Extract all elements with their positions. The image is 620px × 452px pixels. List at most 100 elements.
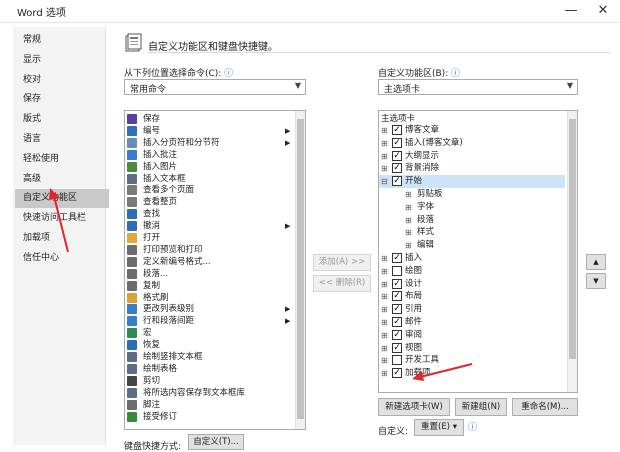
scroll-thumb[interactable] bbox=[569, 119, 576, 359]
nav-item[interactable]: 信任中心 bbox=[15, 249, 109, 268]
nav-item[interactable]: 校对 bbox=[15, 71, 109, 90]
cut-icon bbox=[127, 375, 137, 386]
tree-item[interactable]: ⊞ ✓ 加载项 bbox=[379, 367, 565, 380]
page-heading: 自定义功能区和键盘快捷键。 bbox=[148, 42, 278, 53]
commands-scrollbar[interactable] bbox=[295, 111, 305, 429]
expand-icon[interactable]: ⊞ bbox=[381, 252, 388, 263]
copy-icon bbox=[127, 280, 137, 291]
expand-icon[interactable]: ⊞ bbox=[405, 214, 412, 225]
ribbon-tabs-select[interactable]: 主选项卡 ▼ bbox=[378, 79, 578, 95]
nav-item[interactable]: 轻松使用 bbox=[15, 150, 109, 169]
command-item[interactable]: 接受修订 bbox=[127, 411, 291, 424]
tree-item[interactable]: ⊞ 开发工具 bbox=[379, 354, 565, 367]
tree-item[interactable]: ⊞ ✓ 插入 bbox=[379, 252, 565, 265]
tree-item-label: 编辑 bbox=[417, 240, 435, 251]
nav-item[interactable]: 快速访问工具栏 bbox=[15, 209, 109, 228]
tree-item[interactable]: ⊞ 编辑 bbox=[379, 239, 565, 252]
tree-item[interactable]: ⊞ 剪贴板 bbox=[379, 188, 565, 201]
expand-icon[interactable]: ⊞ bbox=[381, 342, 388, 353]
tree-item[interactable]: ⊞ ✓ 引用 bbox=[379, 303, 565, 316]
tab-checkbox[interactable]: ✓ bbox=[392, 137, 402, 148]
expand-icon[interactable]: ⊞ bbox=[381, 316, 388, 327]
tab-checkbox[interactable] bbox=[392, 355, 402, 366]
nav-item[interactable]: 常规 bbox=[15, 31, 109, 50]
tab-checkbox[interactable]: ✓ bbox=[392, 176, 402, 187]
remove-button[interactable]: << 删除(R) bbox=[313, 275, 371, 292]
expand-icon[interactable]: ⊞ bbox=[381, 124, 388, 135]
tab-checkbox[interactable]: ✓ bbox=[392, 304, 402, 315]
expand-icon[interactable]: ⊞ bbox=[405, 188, 412, 199]
tree-item[interactable]: ⊞ 样式 bbox=[379, 226, 565, 239]
info-icon[interactable]: ⓘ bbox=[224, 69, 233, 79]
tree-item[interactable]: ⊞ ✓ 博客文章 bbox=[379, 124, 565, 137]
tree-item[interactable]: ⊞ ✓ 视图 bbox=[379, 342, 565, 355]
nav-item[interactable]: 加载项 bbox=[15, 229, 109, 248]
expand-icon[interactable]: ⊞ bbox=[381, 265, 388, 276]
tab-checkbox[interactable]: ✓ bbox=[392, 150, 402, 161]
nav-item[interactable]: 高级 bbox=[15, 170, 109, 189]
tree-header: 主选项卡 bbox=[381, 114, 416, 124]
nav-item[interactable]: 显示 bbox=[15, 51, 109, 70]
expand-icon[interactable]: ⊞ bbox=[381, 329, 388, 340]
expand-icon[interactable]: ⊞ bbox=[381, 162, 388, 173]
commands-source-select[interactable]: 常用命令 ▼ bbox=[124, 79, 306, 95]
close-button[interactable]: ✕ bbox=[592, 2, 614, 20]
tree-item[interactable]: ⊞ ✓ 插入(博客文章) bbox=[379, 137, 565, 150]
move-down-button[interactable]: ▼ bbox=[586, 273, 606, 289]
tab-checkbox[interactable]: ✓ bbox=[392, 329, 402, 340]
expand-icon[interactable]: ⊞ bbox=[381, 137, 388, 148]
expand-icon[interactable]: ⊟ bbox=[381, 175, 388, 186]
scroll-thumb[interactable] bbox=[297, 119, 304, 419]
expand-icon[interactable]: ⊞ bbox=[381, 278, 388, 289]
reset-button[interactable]: 重置(E) ▾ bbox=[414, 419, 464, 436]
tree-item[interactable]: ⊟ ✓ 开始 bbox=[379, 175, 565, 189]
new-tab-button[interactable]: 新建选项卡(W) bbox=[378, 398, 450, 416]
expand-icon[interactable]: ⊞ bbox=[381, 150, 388, 161]
tab-checkbox[interactable]: ✓ bbox=[392, 125, 402, 135]
tab-checkbox[interactable]: ✓ bbox=[392, 291, 402, 302]
move-up-button[interactable]: ▲ bbox=[586, 254, 606, 270]
undo-icon bbox=[127, 221, 137, 232]
tab-checkbox[interactable]: ✓ bbox=[392, 163, 402, 174]
tree-item[interactable]: ⊞ ✓ 邮件 bbox=[379, 316, 565, 329]
vertical-textbox-icon bbox=[127, 352, 137, 362]
minimize-button[interactable]: — bbox=[560, 2, 582, 20]
nav-item[interactable]: 保存 bbox=[15, 90, 109, 109]
tree-item[interactable]: ⊞ 段落 bbox=[379, 214, 565, 227]
tab-checkbox[interactable]: ✓ bbox=[392, 278, 402, 289]
expand-icon[interactable]: ⊞ bbox=[381, 290, 388, 301]
expand-icon[interactable]: ⊞ bbox=[381, 367, 388, 378]
tab-checkbox[interactable]: ✓ bbox=[392, 368, 402, 379]
tree-item-label: 插入 bbox=[405, 253, 423, 263]
tree-item[interactable]: ⊞ ✓ 布局 bbox=[379, 290, 565, 303]
info-icon[interactable]: ⓘ bbox=[451, 69, 460, 79]
tab-checkbox[interactable]: ✓ bbox=[392, 253, 402, 263]
expand-icon[interactable]: ⊞ bbox=[405, 226, 412, 237]
tree-item[interactable]: ⊞ ✓ 审阅 bbox=[379, 329, 565, 342]
tree-item[interactable]: ⊞ ✓ 大纲显示 bbox=[379, 150, 565, 163]
tree-item[interactable]: ⊞ ✓ 背景消除 bbox=[379, 162, 565, 175]
tree-item[interactable]: ⊞ 绘图 bbox=[379, 265, 565, 278]
tree-item[interactable]: ⊞ ✓ 设计 bbox=[379, 278, 565, 291]
textbox-icon bbox=[127, 173, 137, 184]
commands-list[interactable]: 保存 编号 ▶ 插入分页符和分节符 ▶ 插入批注 插入图片 插入文本框 查看多个页面 查看整页 查找… bbox=[124, 110, 306, 430]
nav-item[interactable]: 语言 bbox=[15, 130, 109, 149]
tab-checkbox[interactable]: ✓ bbox=[392, 342, 402, 353]
new-group-button[interactable]: 新建组(N) bbox=[455, 398, 507, 416]
ribbon-tree[interactable]: 主选项卡 ⊞ ✓ 博客文章 ⊞ ✓ 插入(博客文章) ⊞ ✓ 大纲显示 ⊞ ✓ 背景消除 ⊟ ✓ 开始 ⊞ 剪贴… bbox=[378, 110, 578, 393]
nav-item[interactable]: 自定义功能区 bbox=[15, 189, 109, 209]
nav-item[interactable]: 版式 bbox=[15, 110, 109, 129]
tree-item-label: 加载项 bbox=[405, 368, 431, 379]
expand-icon[interactable]: ⊞ bbox=[405, 239, 412, 250]
expand-icon[interactable]: ⊞ bbox=[381, 354, 388, 365]
expand-icon[interactable]: ⊞ bbox=[381, 303, 388, 314]
rename-button[interactable]: 重命名(M)... bbox=[512, 398, 578, 416]
add-button[interactable]: 添加(A) >> bbox=[313, 254, 371, 271]
info-icon[interactable]: ⓘ bbox=[468, 420, 477, 433]
tab-checkbox[interactable]: ✓ bbox=[392, 317, 402, 327]
tree-item[interactable]: ⊞ 字体 bbox=[379, 201, 565, 214]
tree-scrollbar[interactable] bbox=[567, 111, 577, 392]
tab-checkbox[interactable] bbox=[392, 265, 402, 276]
customize-shortcuts-button[interactable]: 自定义(T)... bbox=[188, 434, 244, 450]
expand-icon[interactable]: ⊞ bbox=[405, 201, 412, 212]
